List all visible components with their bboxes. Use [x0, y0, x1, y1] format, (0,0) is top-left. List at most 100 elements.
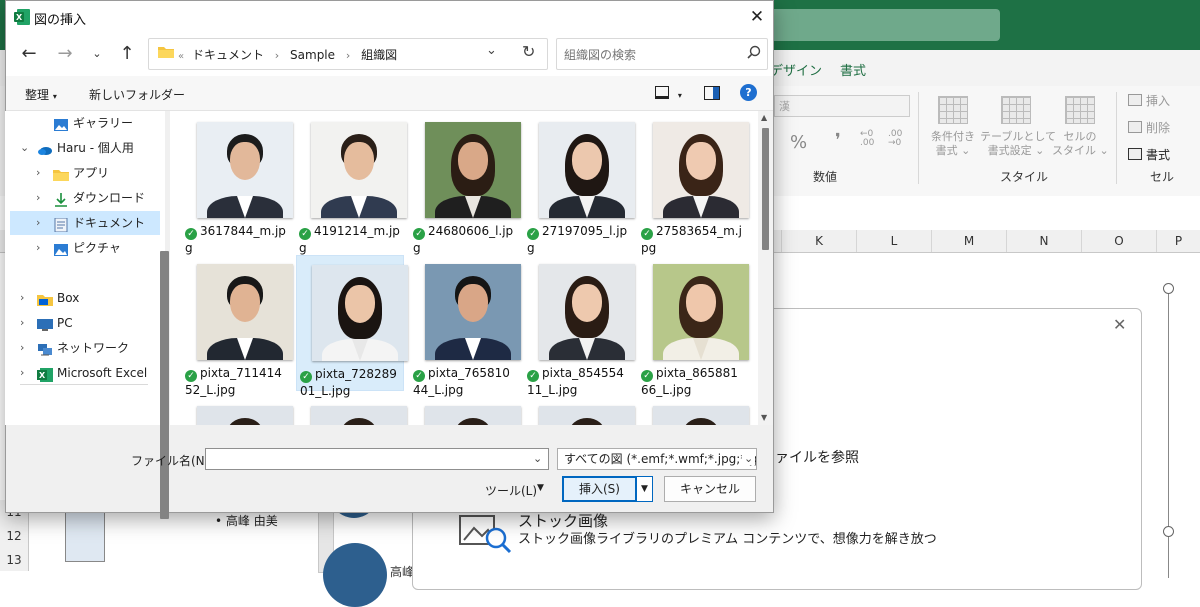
file-tile[interactable] — [296, 397, 407, 425]
file-tile[interactable] — [638, 397, 749, 425]
nav-item[interactable]: › ピクチャ — [10, 236, 160, 260]
increase-decimal-button[interactable]: ←0 .00 — [860, 130, 874, 148]
resize-handle[interactable] — [1163, 283, 1174, 294]
chevron-right-icon[interactable]: › — [36, 236, 40, 260]
chevron-right-icon[interactable]: › — [20, 361, 24, 385]
search-icon[interactable] — [747, 45, 761, 59]
row-header[interactable]: 13 — [0, 553, 28, 567]
back-arrow-icon[interactable]: ← — [16, 42, 42, 66]
percent-button[interactable]: % — [790, 132, 807, 153]
decrease-decimal-button[interactable]: .00 →0 — [888, 130, 902, 148]
chevron-down-icon[interactable]: ⌄ — [20, 136, 29, 160]
nav-item[interactable]: › ダウンロード — [10, 186, 160, 210]
ribbon-tab-design[interactable]: デザイン — [770, 60, 822, 79]
search-input[interactable] — [562, 44, 742, 66]
file-tile[interactable] — [524, 397, 635, 425]
documents-icon — [53, 216, 69, 233]
breadcrumb-item-sample[interactable]: Sample — [290, 48, 335, 62]
column-header[interactable]: M — [931, 230, 1006, 252]
chevron-down-icon[interactable]: ⌄ — [742, 452, 756, 465]
sync-status-check-icon: ✓ — [299, 228, 311, 240]
nav-item[interactable]: ギャラリー — [10, 111, 160, 135]
chevron-right-icon[interactable]: › — [20, 336, 24, 360]
breadcrumb-item-org-chart[interactable]: 組織図 — [361, 48, 397, 62]
delete-cells-button[interactable]: 削除 — [1128, 119, 1170, 136]
file-type-select[interactable]: すべての図 (*.emf;*.wmf;*.jpg;*.jpeg;*.jfif;*… — [557, 448, 757, 470]
conditional-format-button[interactable]: 条件付き 書式 ⌄ — [926, 96, 980, 158]
file-tile[interactable]: ✓ 4191214_m.jpg — [296, 113, 407, 255]
nav-item[interactable]: › ドキュメント — [10, 211, 160, 235]
breadcrumb-overflow-icon[interactable]: « — [178, 51, 184, 62]
filename-history-chevron-icon[interactable]: ⌄ — [533, 452, 542, 465]
file-scrollbar-thumb[interactable] — [762, 128, 769, 250]
comma-button[interactable]: ❜ — [835, 130, 841, 151]
sync-status-check-icon: ✓ — [641, 228, 653, 240]
cell-style-button[interactable]: セルの スタイル ⌄ — [1052, 96, 1109, 158]
nav-item[interactable]: › Box — [10, 286, 160, 310]
file-tile[interactable]: ✓ pixta_76581044_L.jpg — [410, 255, 521, 397]
resize-handle[interactable] — [1163, 526, 1174, 537]
help-icon[interactable]: ? — [740, 84, 757, 101]
file-tile[interactable]: ✓ 27583654_m.jpg — [638, 113, 749, 255]
column-header[interactable]: L — [856, 230, 931, 252]
nav-item[interactable]: › PC — [10, 311, 160, 335]
up-arrow-icon[interactable]: ↑ — [114, 42, 140, 66]
chevron-right-icon[interactable]: › — [20, 286, 24, 310]
chevron-right-icon[interactable]: › — [36, 211, 40, 235]
column-header[interactable]: K — [781, 230, 856, 252]
stock-image-icon — [459, 515, 512, 554]
refresh-icon[interactable]: ↻ — [522, 42, 535, 61]
file-tile[interactable] — [410, 397, 521, 425]
change-view-button[interactable]: ▾ — [655, 86, 682, 101]
excel-search-box[interactable] — [760, 9, 1000, 41]
column-header[interactable]: P — [1156, 230, 1200, 252]
close-icon[interactable]: ✕ — [1113, 315, 1126, 334]
breadcrumb-item-documents[interactable]: ドキュメント — [192, 48, 264, 62]
insert-button[interactable]: 挿入(S) — [562, 476, 637, 502]
column-header[interactable]: N — [1006, 230, 1081, 252]
nav-item[interactable]: › アプリ — [10, 161, 160, 185]
scroll-down-icon[interactable]: ▼ — [761, 413, 767, 422]
filename-input[interactable] — [205, 448, 549, 470]
nav-item[interactable]: › ネットワーク — [10, 336, 160, 360]
file-tile[interactable] — [182, 397, 293, 425]
address-history-chevron-icon[interactable]: ⌄ — [486, 43, 497, 58]
sync-status-check-icon: ✓ — [413, 370, 425, 382]
ribbon-tab-format[interactable]: 書式 — [840, 60, 866, 79]
scroll-up-icon[interactable]: ▲ — [761, 113, 767, 122]
nav-item[interactable]: ⌄ Haru - 個人用 — [10, 136, 160, 160]
tools-chevron-icon[interactable]: ▼ — [537, 483, 544, 493]
tools-button[interactable]: ツール(L) — [485, 482, 537, 499]
file-tile[interactable]: ✓ 3617844_m.jpg — [182, 113, 293, 255]
breadcrumb-separator-icon[interactable]: › — [346, 49, 350, 62]
close-icon[interactable]: ✕ — [743, 4, 771, 30]
row-header[interactable]: 12 — [0, 529, 28, 543]
forward-arrow-icon[interactable]: → — [52, 42, 78, 66]
chevron-right-icon[interactable]: › — [20, 311, 24, 335]
file-tile[interactable]: ✓ pixta_85455411_L.jpg — [524, 255, 635, 397]
new-folder-button[interactable]: 新しいフォルダー — [89, 86, 185, 103]
preview-pane-icon[interactable] — [704, 86, 720, 100]
organize-button[interactable]: 整理 ▾ — [25, 86, 57, 103]
cancel-button[interactable]: キャンセル — [664, 476, 756, 502]
recent-locations-chevron-icon[interactable]: ⌄ — [84, 42, 110, 66]
number-format-box[interactable]: 漢 — [774, 95, 910, 117]
file-tile[interactable]: ✓ 24680606_l.jpg — [410, 113, 521, 255]
ribbon-separator — [1116, 92, 1117, 184]
chevron-right-icon[interactable]: › — [36, 186, 40, 210]
breadcrumb-separator-icon[interactable]: › — [275, 49, 279, 62]
file-tile[interactable]: ✓ 27197095_l.jpg — [524, 113, 635, 255]
nav-scrollbar-thumb[interactable] — [160, 251, 169, 519]
column-header[interactable]: O — [1081, 230, 1156, 252]
chevron-right-icon[interactable]: › — [36, 161, 40, 185]
smartart-node[interactable] — [323, 543, 387, 607]
panel-browse-file-text[interactable]: ァイルを参照 — [775, 447, 859, 467]
file-tile[interactable]: ✓ pixta_86588166_L.jpg — [638, 255, 749, 397]
nav-item[interactable]: › X Microsoft Excel — [10, 361, 160, 385]
format-cells-button[interactable]: 書式 — [1128, 146, 1170, 163]
insert-cells-button[interactable]: 挿入 — [1128, 92, 1170, 109]
insert-options-chevron-icon[interactable]: ▼ — [637, 476, 653, 502]
file-tile[interactable]: ✓ pixta_72828901_L.jpg — [296, 255, 408, 398]
table-format-button[interactable]: テーブルとして 書式設定 ⌄ — [980, 96, 1056, 158]
file-tile[interactable]: ✓ pixta_71141452_L.jpg — [182, 255, 293, 397]
